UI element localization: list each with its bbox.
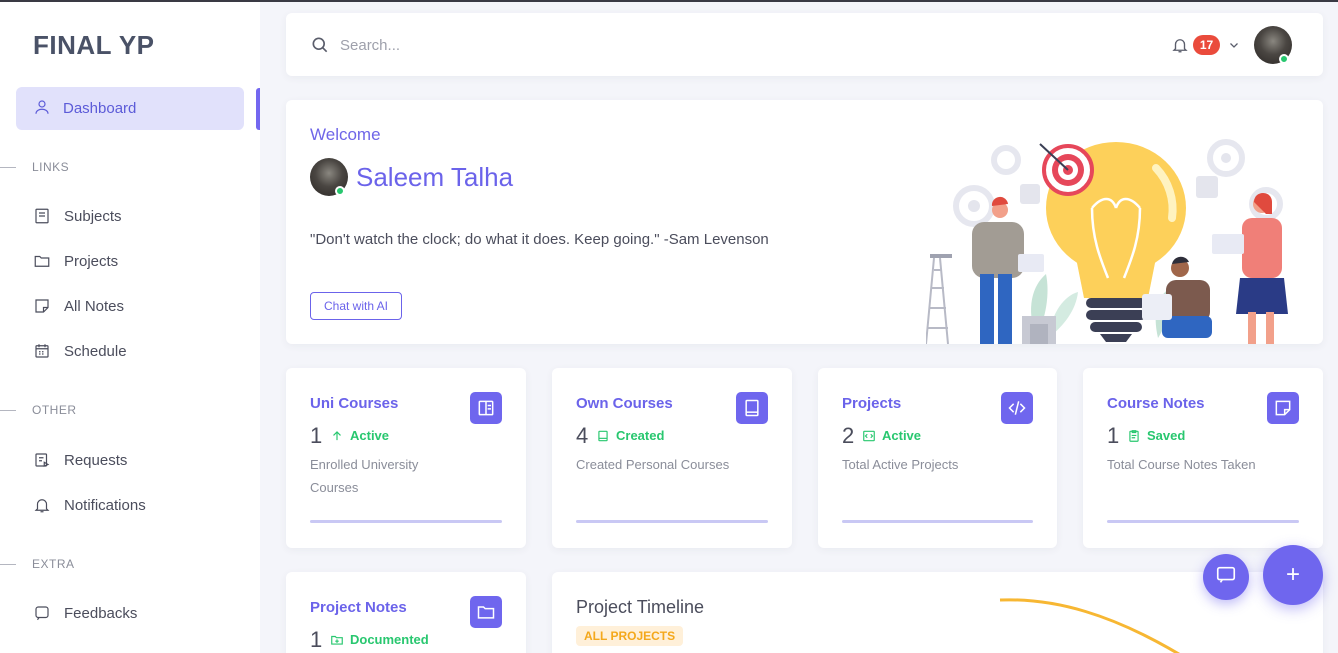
welcome-card: Welcome Saleem Talha "Don't watch the cl… (286, 100, 1323, 344)
bell-icon (33, 496, 51, 514)
sidebar-item-label: Dashboard (63, 100, 137, 117)
sidebar-item-feedbacks[interactable]: Feedbacks (33, 604, 137, 622)
idea-illustration (926, 139, 1288, 344)
search-input[interactable] (340, 33, 640, 57)
note-icon (1267, 392, 1299, 424)
card-progress-bar (310, 520, 502, 523)
sidebar-item-label: Requests (64, 451, 128, 469)
sidebar-item-label: Subjects (64, 207, 122, 225)
card-count: 2 (842, 423, 855, 448)
card-count: 1 (310, 627, 323, 652)
stat-card-projects[interactable]: Projects 2 Active Total Active Projects (818, 368, 1057, 548)
card-progress-bar (1107, 520, 1299, 523)
online-status-dot (1279, 54, 1289, 64)
chat-icon (1215, 564, 1237, 591)
user-name: Saleem Talha (356, 162, 514, 192)
card-count: 4 (576, 423, 589, 448)
sidebar-item-requests[interactable]: Requests (33, 451, 127, 469)
layout-icon (470, 392, 502, 424)
sidebar-item-notifications[interactable]: Notifications (33, 496, 146, 514)
clipboard-icon (1127, 429, 1141, 443)
card-title: Uni Courses (310, 395, 399, 412)
brand-logo[interactable]: FINAL YP (33, 30, 155, 61)
card-title: Course Notes (1107, 395, 1205, 412)
sidebar-item-label: Feedbacks (64, 604, 138, 622)
sidebar: FINAL YP Dashboard LINKS Subjects Projec… (0, 0, 260, 653)
sidebar-item-subjects[interactable]: Subjects (33, 207, 122, 225)
motivational-quote: "Don't watch the clock; do what it does.… (310, 231, 769, 248)
note-icon (33, 297, 51, 315)
card-title: Project Notes (310, 599, 407, 616)
request-icon (33, 451, 51, 469)
sidebar-item-label: All Notes (64, 297, 125, 315)
card-title: Projects (842, 395, 902, 412)
stat-card-project-notes[interactable]: Project Notes 1 Documented (286, 572, 526, 653)
book-icon (736, 392, 768, 424)
welcome-label: Welcome (310, 125, 381, 144)
notification-badge[interactable]: 17 (1193, 35, 1220, 55)
code-icon (1001, 392, 1033, 424)
chevron-down-icon[interactable] (1228, 38, 1240, 50)
add-fab-button[interactable]: + (1263, 545, 1323, 605)
chat-with-ai-button[interactable]: Chat with AI (310, 292, 402, 320)
card-description: Created Personal Courses (576, 457, 730, 472)
online-status-dot (335, 186, 345, 196)
sidebar-item-label: Schedule (64, 342, 127, 360)
card-title: Own Courses (576, 395, 673, 412)
sidebar-item-all-notes[interactable]: All Notes (33, 297, 124, 315)
search-icon[interactable] (310, 35, 330, 55)
feedback-icon (33, 604, 51, 622)
calendar-icon (33, 342, 51, 360)
timeline-chart-line (999, 598, 1181, 653)
active-indicator (256, 88, 260, 130)
section-links: LINKS (0, 160, 69, 174)
stat-card-uni-courses[interactable]: Uni Courses 1 Active Enrolled University… (286, 368, 526, 548)
sidebar-item-dashboard[interactable]: Dashboard (16, 87, 244, 130)
sidebar-item-projects[interactable]: Projects (33, 252, 118, 270)
card-progress-bar (576, 520, 768, 523)
folder-icon (33, 252, 51, 270)
card-status: Active (330, 428, 389, 443)
card-count: 1 (310, 423, 323, 448)
user-icon (33, 98, 51, 120)
card-count: 1 (1107, 423, 1120, 448)
all-projects-badge[interactable]: ALL PROJECTS (576, 626, 684, 646)
section-extra: EXTRA (0, 557, 75, 571)
stat-card-course-notes[interactable]: Course Notes 1 Saved Total Course Notes … (1083, 368, 1323, 548)
card-progress-bar (842, 520, 1033, 523)
sidebar-item-schedule[interactable]: Schedule (33, 342, 127, 360)
section-other: OTHER (0, 403, 77, 417)
card-description: Total Course Notes Taken (1107, 457, 1256, 472)
card-status: Active (862, 428, 921, 443)
chat-fab-button[interactable] (1203, 554, 1249, 600)
sidebar-item-label: Notifications (64, 496, 146, 514)
sidebar-item-label: Projects (64, 252, 119, 270)
card-description: Enrolled University Courses (310, 457, 419, 495)
bell-icon[interactable] (1171, 36, 1189, 54)
book-icon (33, 207, 51, 225)
card-status: Saved (1127, 428, 1185, 443)
top-header: 17 (286, 13, 1323, 76)
folder-plus-icon (330, 633, 344, 647)
window-top-border (0, 0, 1338, 2)
folder-icon (470, 596, 502, 628)
card-status: Documented (330, 632, 429, 647)
card-status: Created (596, 428, 664, 443)
arrow-up-icon (330, 429, 344, 443)
stat-card-own-courses[interactable]: Own Courses 4 Created Created Personal C… (552, 368, 792, 548)
code-icon (862, 429, 876, 443)
book-icon (596, 429, 610, 443)
card-description: Total Active Projects (842, 457, 959, 472)
timeline-title: Project Timeline (576, 597, 705, 617)
